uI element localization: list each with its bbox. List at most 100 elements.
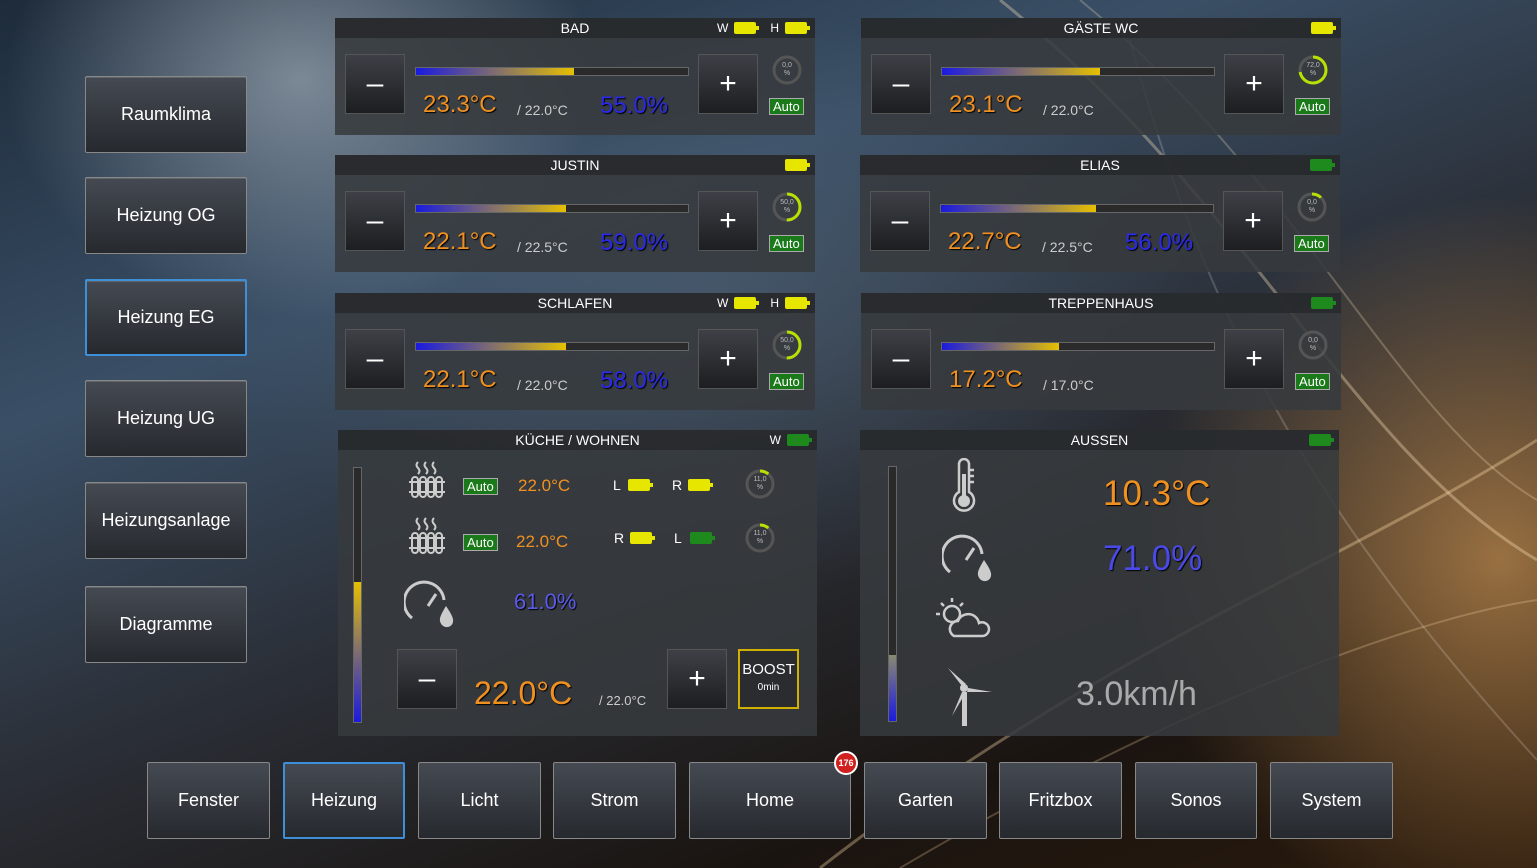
nav-label: Home [745,790,794,810]
increase-button[interactable]: + [1224,329,1284,389]
nav-licht[interactable]: Licht [418,762,541,839]
battery-icon [688,479,713,491]
nav-strom[interactable]: Strom [553,762,676,839]
decrease-button[interactable]: – [345,329,405,389]
sidebar-item-label: Heizung OG [116,205,216,225]
wind-speed: 3.0km/h [1076,675,1197,713]
temperature-level-bar [353,467,362,723]
nav-garten[interactable]: Garten [864,762,987,839]
temperature-value: 23.3°C [423,91,497,118]
boost-time: 0min [757,682,780,693]
setpoint-value: / 22.5°C [1042,239,1093,255]
decrease-button[interactable]: – [871,54,931,114]
kitchen-panel: KÜCHE / WOHNEN W Auto 22.0°C L R 11,0% A… [338,430,817,736]
sidebar-item-diagramme[interactable]: Diagramme [85,586,247,663]
sidebar-item-label: Heizung UG [116,408,216,428]
setpoint-value: / 22.5°C [517,239,568,255]
temperature-value: 23.1°C [949,91,1023,118]
room-title: JUSTIN [550,157,600,173]
mode-badge[interactable]: Auto [1295,373,1330,390]
mode-badge[interactable]: Auto [769,373,804,390]
mode-badge[interactable]: Auto [769,98,804,115]
left-label: L [613,477,621,493]
radiator-setpoint: 22.0°C [518,476,571,495]
valve-unit: % [1308,207,1316,214]
sidebar-item-heizung-eg[interactable]: Heizung EG [85,279,247,356]
decrease-button[interactable]: – [345,191,405,251]
room-header: JUSTIN [335,155,815,175]
room-title: GÄSTE WC [1063,20,1139,36]
nav-system[interactable]: System [1270,762,1393,839]
increase-button[interactable]: + [698,54,758,114]
right-label: R [672,477,683,493]
decrease-button[interactable]: – [871,329,931,389]
room-header: SCHLAFEN W H [335,293,815,313]
battery-icon [1311,22,1336,34]
sidebar-item-raumklima[interactable]: Raumklima [85,76,247,153]
temperature-bar-fill [941,205,1097,212]
room-panel: BAD W H – 23.3°C / 22.0°C 55.0% + 0,0% Au… [335,18,815,135]
valve-value: 0,0 [1307,199,1317,206]
mode-badge[interactable]: Auto [1294,235,1329,252]
valve-value: 50,0 [780,199,794,206]
humidity-value: 55.0% [600,92,669,119]
nav-label: Sonos [1170,790,1222,810]
temperature-bar-fill [942,68,1100,75]
valve-value: 11,0 [753,530,767,537]
valve-unit: % [1309,70,1317,77]
battery-icon [785,22,810,34]
setpoint-value: / 22.0°C [517,377,568,393]
sidebar-item-label: Heizungsanlage [101,510,231,530]
increase-button[interactable]: + [698,329,758,389]
valve-unit: % [756,538,764,545]
increase-button[interactable]: + [1223,191,1283,251]
sidebar-item-heizungsanlage[interactable]: Heizungsanlage [85,482,247,559]
valve-value: 50,0 [780,337,794,344]
wind-turbine-icon [948,668,992,726]
radiator-icon [409,517,445,554]
temperature-bar [941,342,1215,351]
battery-icon [1310,159,1335,171]
nav-heizung[interactable]: Heizung [283,762,405,839]
nav-sonos[interactable]: Sonos [1135,762,1257,839]
increase-button[interactable]: + [1224,54,1284,114]
window-label: W [769,433,781,447]
increase-button[interactable]: + [667,649,727,709]
temperature-bar [940,204,1214,213]
battery-icon [734,22,760,34]
valve-unit: % [783,207,791,214]
decrease-button[interactable]: – [345,54,405,114]
boost-button[interactable]: BOOST 0min [738,649,799,709]
nav-fenster[interactable]: Fenster [147,762,270,839]
valve-unit: % [756,484,764,491]
decrease-button[interactable]: – [397,649,457,709]
battery-icon [1309,434,1334,446]
decrease-button[interactable]: – [870,191,930,251]
battery-icon [785,297,810,309]
temperature-bar-fill [416,205,566,212]
room-panel: SCHLAFEN W H – 22.1°C / 22.0°C 58.0% + 50… [335,293,815,410]
humidity-value: 59.0% [600,229,669,256]
setpoint-value: / 22.0°C [517,102,568,118]
room-header: TREPPENHAUS [861,293,1341,313]
sidebar-item-heizung-ug[interactable]: Heizung UG [85,380,247,457]
nav-fritzbox[interactable]: Fritzbox [999,762,1122,839]
nav-label: Fenster [177,790,240,810]
radiator-setpoint: 22.0°C [516,532,569,551]
left-label: L [674,530,682,546]
mode-badge[interactable]: Auto [463,478,498,495]
heater-label: H [770,296,779,310]
sidebar-item-label: Raumklima [120,104,212,124]
temperature-bar [415,204,689,213]
nav-home[interactable]: Home 176 [689,751,858,839]
battery-icon [734,297,760,309]
battery-icon [628,479,653,491]
increase-button[interactable]: + [698,191,758,251]
battery-icon [785,159,810,171]
mode-badge[interactable]: Auto [463,534,498,551]
mode-badge[interactable]: Auto [769,235,804,252]
mode-badge[interactable]: Auto [1295,98,1330,115]
sidebar-item-heizung-og[interactable]: Heizung OG [85,177,247,254]
room-panel: GÄSTE WC – 23.1°C / 22.0°C + 72,0% Auto [861,18,1341,135]
nav-label: Strom [590,790,639,810]
